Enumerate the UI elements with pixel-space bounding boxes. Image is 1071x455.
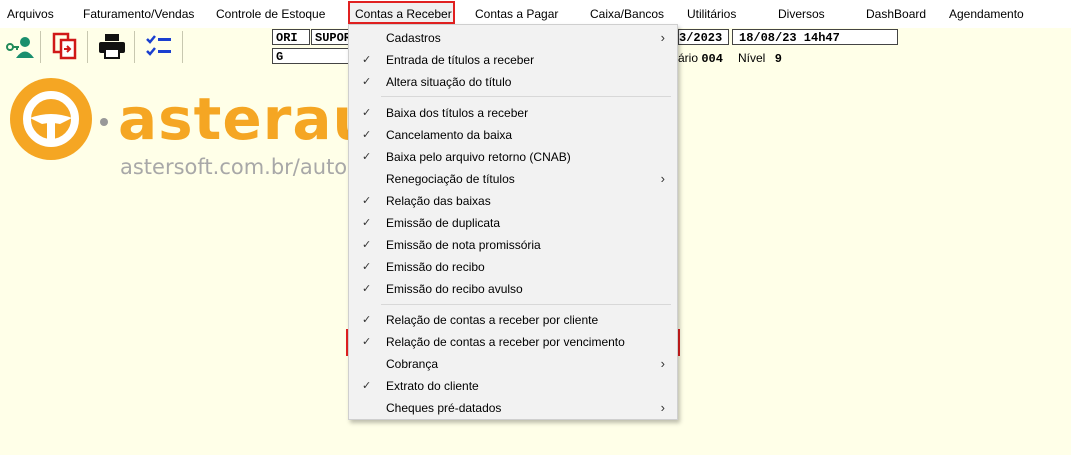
level-value: 9: [774, 52, 782, 66]
checkmark-icon: ✓: [362, 151, 372, 163]
menu-separator: [381, 96, 671, 97]
menu-separator: [381, 304, 671, 305]
user-label: ário: [678, 51, 699, 65]
dropdown-item-label: Emissão do recibo avulso: [386, 282, 523, 296]
checkmark-icon: ✓: [362, 54, 372, 66]
dropdown-item-label: Emissão de nota promissória: [386, 238, 541, 252]
menu-faturamento-vendas[interactable]: Faturamento/Vendas: [83, 7, 194, 21]
menu-diversos[interactable]: Diversos: [778, 7, 825, 21]
date-field: 3/2023: [678, 29, 729, 45]
menu-caixa-bancos[interactable]: Caixa/Bancos: [590, 7, 664, 21]
dropdown-item[interactable]: ✓ Entrada de títulos a receber: [349, 49, 677, 71]
checkmark-icon: ✓: [362, 336, 372, 348]
dropdown-item-label: Cancelamento da baixa: [386, 128, 513, 142]
menu-arquivos[interactable]: Arquivos: [7, 7, 54, 21]
dropdown-item[interactable]: ✓ Relação das baixas: [349, 190, 677, 212]
chevron-right-icon: ›: [660, 356, 665, 371]
dropdown-item[interactable]: ✓ Baixa pelo arquivo retorno (CNAB): [349, 146, 677, 168]
checkmark-icon: ✓: [362, 129, 372, 141]
dropdown-item-label: Relação de contas a receber por vencimen…: [386, 335, 625, 349]
dropdown-item-label: Cadastros: [386, 31, 441, 45]
dropdown-item[interactable]: ✓ Emissão do recibo: [349, 256, 677, 278]
checklist-icon[interactable]: [144, 31, 174, 61]
steering-wheel-logo-icon: [10, 78, 92, 160]
dropdown-item-label: Altera situação do título: [386, 75, 512, 89]
dropdown-item[interactable]: Cobrança ›: [349, 353, 677, 375]
menu-contas-a-receber[interactable]: Contas a Receber: [355, 7, 452, 21]
dropdown-item-label: Renegociação de títulos: [386, 172, 515, 186]
menu-dashboard[interactable]: DashBoard: [866, 7, 926, 21]
group-field: G: [272, 48, 351, 64]
dropdown-item[interactable]: Cadastros ›: [349, 27, 677, 49]
menu-contas-a-pagar[interactable]: Contas a Pagar: [475, 7, 558, 21]
toolbar-separator: [182, 31, 183, 63]
checkmark-icon: ✓: [362, 380, 372, 392]
dropdown-item[interactable]: ✓ Relação de contas a receber por vencime…: [349, 331, 677, 353]
datetime-field: 18/08/23 14h47: [732, 29, 898, 45]
dropdown-item[interactable]: ✓ Emissão de duplicata: [349, 212, 677, 234]
dropdown-item[interactable]: ✓ Emissão de nota promissória: [349, 234, 677, 256]
dropdown-item-label: Baixa pelo arquivo retorno (CNAB): [386, 150, 571, 164]
dropdown-item[interactable]: ✓ Extrato do cliente: [349, 375, 677, 397]
menu-controle-estoque[interactable]: Controle de Estoque: [216, 7, 325, 21]
menu-agendamento[interactable]: Agendamento: [949, 7, 1024, 21]
export-copy-icon[interactable]: [50, 31, 80, 61]
checkmark-icon: ✓: [362, 261, 372, 273]
user-name-field: SUPOR: [311, 29, 351, 45]
dropdown-item-label: Emissão do recibo: [386, 260, 485, 274]
company-code-field: ORI: [272, 29, 310, 45]
logo-dot: [100, 118, 108, 126]
checkmark-icon: ✓: [362, 195, 372, 207]
dropdown-item-label: Cheques pré-datados: [386, 401, 502, 415]
dropdown-item[interactable]: ✓ Cancelamento da baixa: [349, 124, 677, 146]
dropdown-item-label: Relação de contas a receber por cliente: [386, 313, 599, 327]
dropdown-item-label: Baixa dos títulos a receber: [386, 106, 529, 120]
dropdown-item-label: Relação das baixas: [386, 194, 491, 208]
level-info: Nível 9: [738, 51, 782, 66]
checkmark-icon: ✓: [362, 314, 372, 326]
toolbar-separator: [87, 31, 88, 63]
checkmark-icon: ✓: [362, 107, 372, 119]
dropdown-item[interactable]: ✓ Emissão do recibo avulso: [349, 278, 677, 300]
menu-utilitarios[interactable]: Utilitários: [687, 7, 736, 21]
checkmark-icon: ✓: [362, 217, 372, 229]
user-info: ário 004: [678, 51, 723, 66]
dropdown-item-label: Emissão de duplicata: [386, 216, 501, 230]
level-label: Nível: [738, 51, 766, 65]
dropdown-item[interactable]: ✓ Altera situação do título: [349, 71, 677, 93]
dropdown-item-label: Entrada de títulos a receber: [386, 53, 535, 67]
checkmark-icon: ✓: [362, 283, 372, 295]
user-value: 004: [701, 52, 723, 66]
chevron-right-icon: ›: [660, 30, 665, 45]
contas-a-receber-dropdown: Cadastros › ✓ Entrada de títulos a receber ✓…: [348, 24, 678, 420]
dropdown-item[interactable]: ✓ Relação de contas a receber por cliente: [349, 309, 677, 331]
dropdown-item[interactable]: Renegociação de títulos ›: [349, 168, 677, 190]
dropdown-item-label: Cobrança: [386, 357, 439, 371]
dropdown-item[interactable]: Cheques pré-datados ›: [349, 397, 677, 419]
chevron-right-icon: ›: [660, 171, 665, 186]
user-key-icon[interactable]: [4, 31, 34, 61]
brand-url: astersoft.com.br/auto: [120, 155, 348, 179]
checkmark-icon: ✓: [362, 76, 372, 88]
dropdown-item-label: Extrato do cliente: [386, 379, 479, 393]
dropdown-item[interactable]: ✓ Baixa dos títulos a receber: [349, 102, 677, 124]
toolbar-separator: [40, 31, 41, 63]
chevron-right-icon: ›: [660, 400, 665, 415]
printer-icon[interactable]: [97, 31, 127, 61]
checkmark-icon: ✓: [362, 239, 372, 251]
toolbar-separator: [134, 31, 135, 63]
